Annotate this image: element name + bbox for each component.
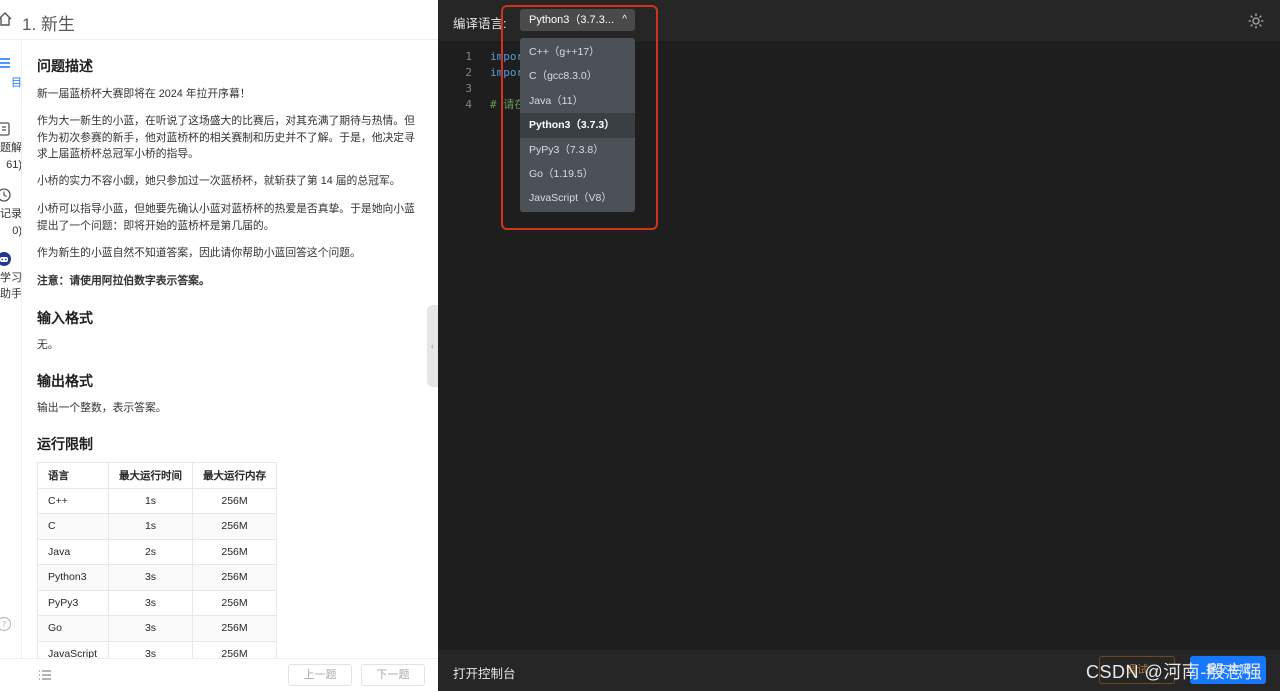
- table-cell: 3s: [108, 640, 193, 658]
- table-cell: C: [37, 513, 109, 540]
- document-icon[interactable]: [0, 121, 12, 137]
- rail-item-solutions-count: 61): [6, 159, 22, 171]
- rail-item-records-count: 0): [12, 225, 22, 237]
- rail-item-records[interactable]: 记录: [0, 206, 21, 222]
- table-cell: 256M: [192, 589, 277, 616]
- rail-item-assistant-sub: 助手: [0, 288, 22, 300]
- list-icon[interactable]: [0, 55, 12, 71]
- table-row: JavaScript 3s 256M: [37, 640, 277, 658]
- table-row: Python3 3s 256M: [37, 564, 277, 591]
- table-cell: C++: [37, 487, 109, 514]
- table-cell: 1s: [108, 487, 193, 514]
- column-header: 最大运行时间: [108, 462, 193, 489]
- rail-item-catalog[interactable]: 目: [0, 75, 21, 91]
- column-header: 最大运行内存: [192, 462, 277, 489]
- next-problem-button[interactable]: 下一题: [361, 664, 425, 686]
- table-cell: 3s: [108, 589, 193, 616]
- table-row: C 1s 256M: [37, 513, 277, 540]
- section-heading-description: 问题描述: [37, 58, 93, 74]
- table-cell: 256M: [192, 487, 277, 514]
- code-editor: 编译语言: Python3（3.7.3... ^ 1 2 3 4 impor i…: [438, 0, 1280, 691]
- problem-panel: 1. 新生 目 题解 61) 记录 0) 学习 助手 ? 问题描述 新一届蓝桥杯…: [0, 0, 438, 691]
- list-icon[interactable]: [38, 669, 52, 681]
- pager-bar: 上一题 下一题: [0, 658, 438, 691]
- input-format-text: 无。: [37, 339, 59, 351]
- limits-table: 语言 最大运行时间 最大运行内存 C++ 1s 256M C 1s 256M J…: [37, 462, 277, 658]
- page-title: 1. 新生: [22, 15, 75, 34]
- section-heading-limits: 运行限制: [37, 436, 93, 452]
- collapse-handle[interactable]: ‹: [427, 305, 438, 387]
- table-row: C++ 1s 256M: [37, 487, 277, 514]
- table-row: Go 3s 256M: [37, 615, 277, 642]
- table-cell: 256M: [192, 640, 277, 658]
- problem-content: 问题描述 新一届蓝桥杯大赛即将在 2024 年拉开序幕！ 作为大一新生的小蓝，在…: [37, 52, 422, 658]
- line-number: 2: [465, 66, 472, 79]
- line-numbers: 1 2 3 4: [460, 49, 472, 113]
- table-cell: 2s: [108, 538, 193, 565]
- side-rail: 目 题解 61) 记录 0) 学习 助手 ?: [0, 41, 22, 691]
- line-number: 4: [465, 98, 472, 111]
- paragraph: 作为大一新生的小蓝，在听说了这场盛大的比赛后，对其充满了期待与热情。但作为初次参…: [37, 115, 415, 160]
- line-number: 1: [465, 50, 472, 63]
- robot-icon[interactable]: [0, 251, 12, 267]
- table-cell: 1s: [108, 513, 193, 540]
- watermark: CSDN @河南-殷志强: [1086, 662, 1263, 682]
- gear-icon[interactable]: [1247, 12, 1265, 30]
- table-cell: Python3: [37, 564, 109, 591]
- table-cell: Java: [37, 538, 109, 565]
- column-header: 语言: [37, 462, 109, 489]
- open-console-button[interactable]: 打开控制台: [453, 663, 516, 682]
- rail-item-assistant[interactable]: 学习: [0, 270, 21, 286]
- language-label: 编译语言:: [453, 17, 507, 31]
- table-row: PyPy3 3s 256M: [37, 589, 277, 616]
- help-icon[interactable]: ?: [0, 616, 12, 632]
- section-heading-input: 输入格式: [37, 310, 93, 326]
- paragraph: 小桥可以指导小蓝，但她要先确认小蓝对蓝桥杯的热爱是否真挚。于是她向小蓝提出了一个…: [37, 203, 415, 232]
- problem-header: 1. 新生: [0, 0, 438, 40]
- table-cell: Go: [37, 615, 109, 642]
- paragraph: 作为新生的小蓝自然不知道答案，因此请你帮助小蓝回答这个问题。: [37, 247, 361, 259]
- paragraph: 新一届蓝桥杯大赛即将在 2024 年拉开序幕！: [37, 88, 251, 100]
- table-cell: PyPy3: [37, 589, 109, 616]
- table-cell: 3s: [108, 564, 193, 591]
- table-cell: 256M: [192, 615, 277, 642]
- rail-item-solutions[interactable]: 题解: [0, 140, 21, 156]
- annotation-highlight-box: [501, 5, 658, 230]
- table-row: Java 2s 256M: [37, 538, 277, 565]
- home-icon[interactable]: [0, 11, 12, 27]
- section-heading-output: 输出格式: [37, 373, 93, 389]
- clock-icon[interactable]: [0, 187, 12, 203]
- prev-problem-button[interactable]: 上一题: [288, 664, 352, 686]
- table-cell: JavaScript: [37, 640, 109, 658]
- svg-text:?: ?: [2, 621, 7, 631]
- table-cell: 256M: [192, 513, 277, 540]
- table-header-row: 语言 最大运行时间 最大运行内存: [37, 462, 277, 489]
- paragraph: 小桥的实力不容小觑，她只参加过一次蓝桥杯，就斩获了第 14 届的总冠军。: [37, 175, 401, 187]
- output-format-text: 输出一个整数，表示答案。: [37, 402, 167, 414]
- note-paragraph: 注意：请使用阿拉伯数字表示答案。: [37, 275, 210, 287]
- table-cell: 3s: [108, 615, 193, 642]
- table-cell: 256M: [192, 564, 277, 591]
- line-number: 3: [465, 82, 472, 95]
- table-cell: 256M: [192, 538, 277, 565]
